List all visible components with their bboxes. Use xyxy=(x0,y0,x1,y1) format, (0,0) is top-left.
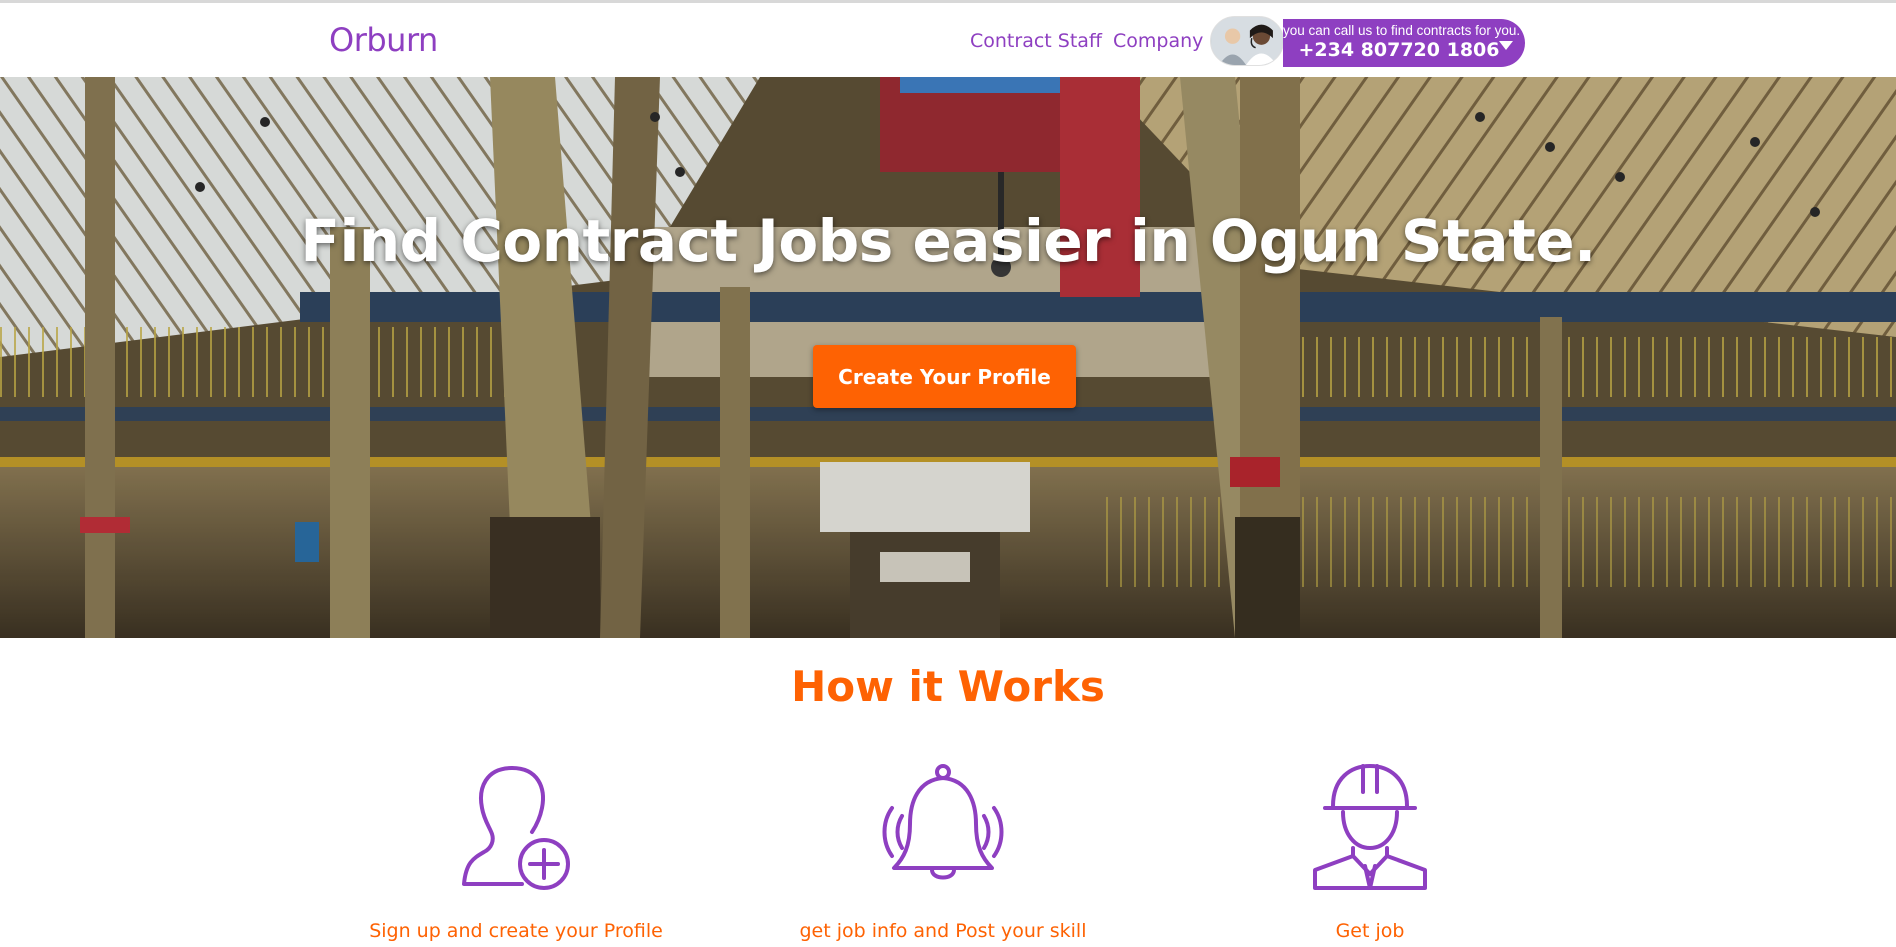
step-sign-up: Sign up and create your Profile xyxy=(346,762,686,942)
call-us-pill[interactable]: you can call us to find contracts for yo… xyxy=(1283,19,1525,67)
hero-section: Find Contract Jobs easier in Ogun State.… xyxy=(0,77,1896,638)
caret-down-icon[interactable] xyxy=(1499,41,1513,50)
support-agents-avatar xyxy=(1210,16,1284,66)
create-profile-button[interactable]: Create Your Profile xyxy=(813,345,1076,408)
add-user-icon xyxy=(462,766,570,890)
worker-helmet-icon xyxy=(1313,764,1427,890)
step-get-job-label: Get job xyxy=(1335,920,1405,942)
nav-contract-staff[interactable]: Contract Staff xyxy=(970,30,1102,52)
support-agents-avatar-image xyxy=(1211,17,1283,65)
bell-icon xyxy=(882,764,1004,880)
brand-logo[interactable]: Orburn xyxy=(329,21,438,59)
navbar: Orburn Contract Staff Company you can ca… xyxy=(0,0,1896,77)
step-get-job: Get job xyxy=(1200,762,1540,942)
step-job-info-label: get job info and Post your skill xyxy=(799,920,1087,942)
phone-number[interactable]: +234 807720 1806 xyxy=(1283,39,1515,61)
page: Orburn Contract Staff Company you can ca… xyxy=(0,0,1896,947)
call-us-tagline: you can call us to find contracts for yo… xyxy=(1283,23,1521,38)
step-job-info: get job info and Post your skill xyxy=(773,762,1113,942)
hero-title: Find Contract Jobs easier in Ogun State. xyxy=(300,207,1596,275)
nav-company[interactable]: Company xyxy=(1113,30,1203,52)
how-it-works-title: How it Works xyxy=(791,662,1105,711)
step-sign-up-label: Sign up and create your Profile xyxy=(369,920,663,942)
